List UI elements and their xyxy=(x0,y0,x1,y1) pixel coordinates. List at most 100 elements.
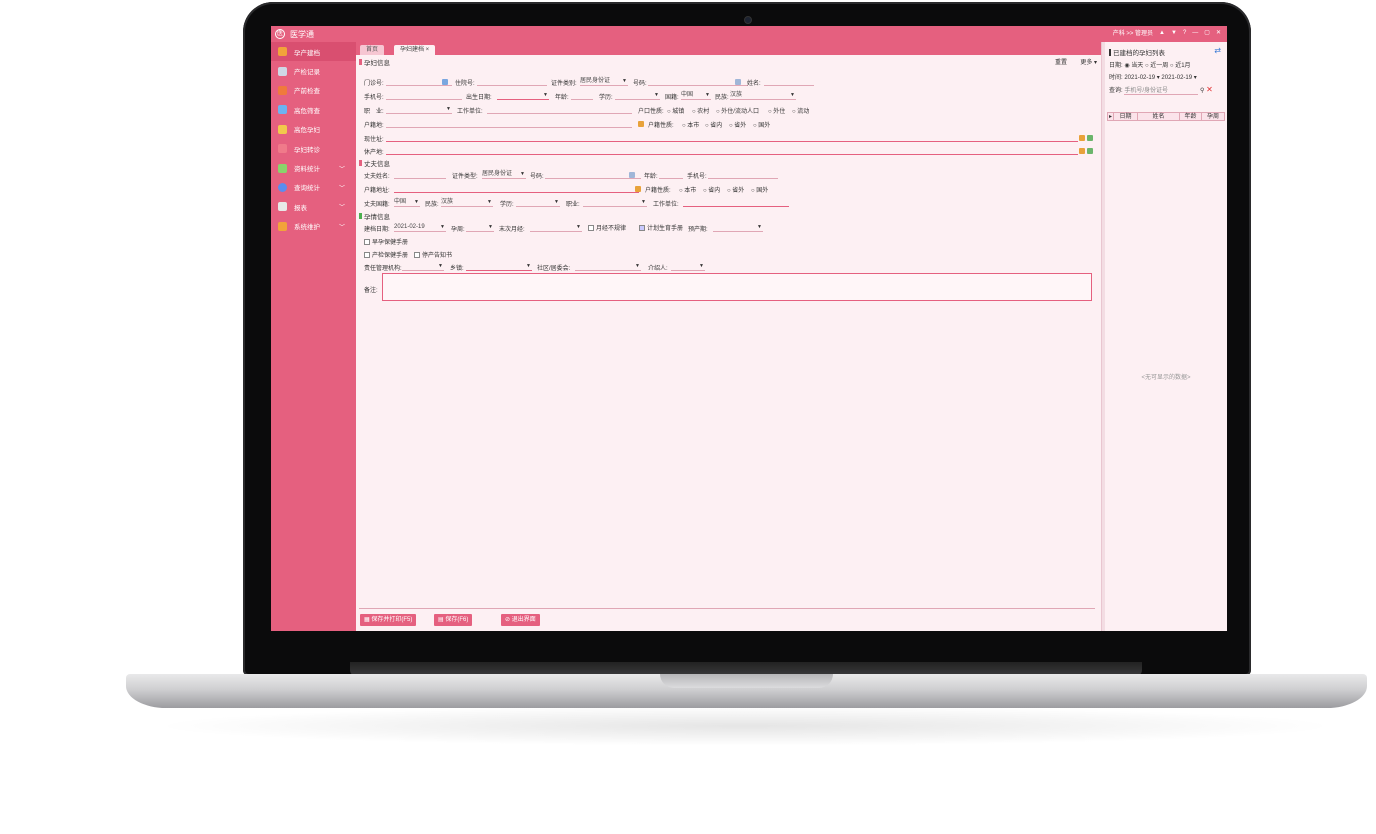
sidebar-item-risk-screening[interactable]: 高危筛查 xyxy=(271,100,356,119)
sidebar-item-data-stats[interactable]: 资料统计 ﹀ xyxy=(271,158,356,177)
save-print-button[interactable]: ▦ 保存并打印(F5) xyxy=(360,614,417,626)
phone-input[interactable] xyxy=(386,92,462,100)
husband-edu-select[interactable]: ▼ xyxy=(516,199,560,207)
village-select[interactable]: ▼ xyxy=(575,263,641,271)
column-header-age[interactable]: 年龄 xyxy=(1180,113,1202,120)
plan-checkbox[interactable]: 计划生育手册 xyxy=(639,223,683,232)
job-select[interactable]: ▼ xyxy=(386,106,452,114)
birth-date-input[interactable]: ▼ xyxy=(497,92,549,100)
husband-nation-select[interactable]: 中国 ▼ xyxy=(394,199,420,207)
sidebar-item-query-stats[interactable]: 查询统计 ﹀ xyxy=(271,178,356,197)
column-header-date[interactable]: 日期 xyxy=(1114,113,1138,120)
introducer-select[interactable]: ▼ xyxy=(671,263,705,271)
clear-icon[interactable]: ✕ xyxy=(1206,85,1213,94)
huji-attr-abroad[interactable]: ○ 国外 xyxy=(753,120,770,129)
husband-idtype-select[interactable]: 居民身份证 ▼ xyxy=(482,171,526,179)
town-select[interactable]: ▼ xyxy=(466,263,532,271)
check-book-checkbox[interactable]: 产检保健手册 xyxy=(364,250,408,259)
sidebar-item-prenatal-check[interactable]: 产前检查 xyxy=(271,81,356,100)
husband-idno-input[interactable] xyxy=(545,171,641,179)
address-input[interactable] xyxy=(386,134,1078,142)
hosp-no-input[interactable] xyxy=(477,78,547,86)
column-header-name[interactable]: 姓名 xyxy=(1138,113,1180,120)
husband-ethnic-select[interactable]: 汉族 ▼ xyxy=(441,199,493,207)
husband-hujiattr-province[interactable]: ○ 省内 xyxy=(703,185,720,194)
hukou-radio-migrant[interactable]: ○ 外住/流动人口 xyxy=(716,106,759,115)
id-type-select[interactable]: 居民身份证 ▼ xyxy=(580,78,628,86)
location-icon[interactable] xyxy=(635,186,641,192)
husband-hujiattr-out[interactable]: ○ 省外 xyxy=(727,185,744,194)
husband-hujiattr-abroad[interactable]: ○ 国外 xyxy=(751,185,768,194)
sidebar-item-system[interactable]: 系统维护 ﹀ xyxy=(271,217,356,236)
lmp-input[interactable]: ▼ xyxy=(530,224,582,232)
postpartum-input[interactable] xyxy=(386,147,1078,155)
date-from-dropdown-icon[interactable]: ▾ xyxy=(1157,75,1160,81)
sidebar-item-high-risk[interactable]: 高危孕妇 xyxy=(271,120,356,139)
filter-today-radio[interactable]: ◉ 当天 xyxy=(1124,63,1143,69)
search-icon[interactable]: ⚲ xyxy=(1200,88,1204,94)
hukou-radio-flow[interactable]: ○ 流动 xyxy=(792,106,809,115)
husband-huji-input[interactable] xyxy=(394,185,639,193)
help-icon[interactable]: ? xyxy=(1183,30,1186,36)
hukou-radio-rural[interactable]: ○ 农村 xyxy=(692,106,709,115)
ethnic-select[interactable]: 汉族 ▼ xyxy=(730,92,796,100)
refresh-icon[interactable]: ⇄ xyxy=(1214,46,1221,55)
save-button[interactable]: ▤ 保存(F6) xyxy=(434,614,473,626)
notified-checkbox[interactable]: 停产告知书 xyxy=(414,250,452,259)
skin-icon[interactable]: ▼ xyxy=(1171,30,1177,36)
huji-attr-city[interactable]: ○ 本市 xyxy=(682,120,699,129)
location-icon[interactable] xyxy=(1079,148,1085,154)
husband-phone-input[interactable] xyxy=(708,171,778,179)
date-from-input[interactable]: 2021-02-19 xyxy=(1124,75,1155,81)
column-header-week[interactable]: 孕周 xyxy=(1202,113,1224,120)
age-input[interactable] xyxy=(571,92,593,100)
more-button[interactable]: 更多 ▾ xyxy=(1080,57,1097,66)
copy-icon[interactable] xyxy=(1087,148,1093,154)
irregular-checkbox[interactable]: 月经不规律 xyxy=(588,223,626,232)
card-reader-icon[interactable] xyxy=(735,79,741,85)
resp-org-select[interactable]: ▼ xyxy=(402,263,444,271)
work-input[interactable] xyxy=(487,106,632,114)
edu-select[interactable]: ▼ xyxy=(615,92,660,100)
user-icon[interactable]: ▲ xyxy=(1159,30,1165,36)
husband-hujiattr-city[interactable]: ○ 本市 xyxy=(679,185,696,194)
card-reader-icon[interactable] xyxy=(629,172,635,178)
huji-attr-province[interactable]: ○ 省内 xyxy=(705,120,722,129)
gest-week-select[interactable]: ▼ xyxy=(466,224,494,232)
sidebar-item-reports[interactable]: 报表 ﹀ xyxy=(271,197,356,216)
name-input[interactable] xyxy=(764,78,814,86)
archive-date-input[interactable]: 2021-02-19 ▼ xyxy=(394,224,446,232)
sidebar-item-pregnancy-archive[interactable]: 孕产建档 xyxy=(271,42,356,62)
date-to-input[interactable]: 2021-02-19 xyxy=(1161,75,1192,81)
remark-textarea[interactable] xyxy=(382,273,1092,301)
maximize-button[interactable]: ▢ xyxy=(1204,29,1210,36)
close-button[interactable]: ✕ xyxy=(1216,29,1221,36)
huji-input[interactable] xyxy=(386,120,632,128)
huji-attr-out[interactable]: ○ 省外 xyxy=(729,120,746,129)
search-input[interactable]: 手机号/身份证号 xyxy=(1124,85,1199,95)
husband-age-input[interactable] xyxy=(659,171,683,179)
location-icon[interactable] xyxy=(638,121,644,127)
husband-work-input[interactable] xyxy=(683,199,789,207)
id-no-input[interactable] xyxy=(648,78,748,86)
card-icon[interactable] xyxy=(442,79,448,85)
filter-month-radio[interactable]: ○ 近1月 xyxy=(1170,63,1191,69)
location-icon[interactable] xyxy=(1079,135,1085,141)
edd-input[interactable]: ▼ xyxy=(713,224,763,232)
copy-icon[interactable] xyxy=(1087,135,1093,141)
minimize-button[interactable]: — xyxy=(1192,30,1198,36)
husband-job-select[interactable]: ▼ xyxy=(583,199,647,207)
date-to-dropdown-icon[interactable]: ▾ xyxy=(1194,75,1197,81)
sidebar-item-referral[interactable]: 孕妇转诊 xyxy=(271,139,356,158)
hukou-radio-town[interactable]: ○ 城镇 xyxy=(667,106,684,115)
husband-name-input[interactable] xyxy=(394,171,446,179)
exit-button[interactable]: ⊘ 退出界面 xyxy=(501,614,540,626)
hukou-radio-out[interactable]: ○ 外住 xyxy=(768,106,785,115)
sidebar-item-checkup-record[interactable]: 产检记录 xyxy=(271,61,356,80)
filter-week-radio[interactable]: ○ 近一周 xyxy=(1145,63,1168,69)
reset-button[interactable]: 重置 xyxy=(1055,57,1067,66)
tab-pregnancy-archive[interactable]: 孕妇建档 × xyxy=(394,45,436,55)
nation-select[interactable]: 中国 ▼ xyxy=(681,92,711,100)
early-checkbox[interactable]: 早孕保健手册 xyxy=(364,237,408,246)
tab-home[interactable]: 首页 xyxy=(360,45,385,55)
